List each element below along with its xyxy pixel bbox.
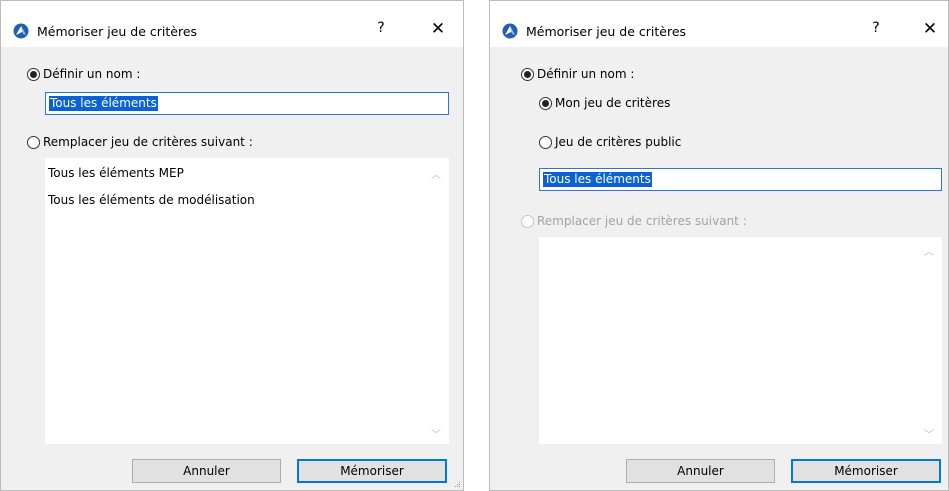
chevron-down-icon: ﹀ <box>924 430 934 441</box>
radio-checked-icon[interactable] <box>539 96 552 110</box>
save-button[interactable]: Mémoriser <box>791 459 941 483</box>
title-bar: Mémoriser jeu de critères ? ✕ <box>1 1 463 47</box>
archicad-logo-icon <box>13 23 29 39</box>
radio-unchecked-icon[interactable] <box>27 135 40 149</box>
my-criteria-set-label: Mon jeu de critères <box>555 96 671 110</box>
my-criteria-set-radio[interactable]: Mon jeu de critères <box>539 96 670 110</box>
list-item[interactable]: Tous les éléments MEP <box>48 166 184 180</box>
cancel-button[interactable]: Annuler <box>132 459 281 483</box>
save-button[interactable]: Mémoriser <box>297 459 447 483</box>
replace-set-label: Remplacer jeu de critères suivant : <box>43 135 253 149</box>
radio-checked-icon[interactable] <box>521 67 534 81</box>
criteria-set-list[interactable]: Tous les éléments MEP Tous les éléments … <box>45 158 449 444</box>
criteria-set-list: ︿ ﹀ <box>539 237 942 444</box>
close-button[interactable]: ✕ <box>426 19 450 39</box>
list-item[interactable]: Tous les éléments de modélisation <box>48 193 255 207</box>
close-button[interactable]: ✕ <box>918 19 942 39</box>
name-input-value: Tous les éléments <box>543 172 652 187</box>
define-name-radio[interactable]: Définir un nom : <box>27 67 140 81</box>
name-input-value: Tous les éléments <box>49 96 158 111</box>
title-bar: Mémoriser jeu de critères ? ✕ <box>490 1 948 47</box>
replace-set-radio: Remplacer jeu de critères suivant : <box>521 214 747 228</box>
cancel-button[interactable]: Annuler <box>626 459 775 483</box>
radio-unchecked-icon[interactable] <box>539 135 552 149</box>
archicad-logo-icon <box>502 23 518 39</box>
replace-set-radio[interactable]: Remplacer jeu de critères suivant : <box>27 135 253 149</box>
name-input[interactable]: Tous les éléments <box>539 168 942 191</box>
define-name-label: Définir un nom : <box>43 67 141 81</box>
save-criteria-dialog-2: Mémoriser jeu de critères ? ✕ Définir un… <box>489 0 949 491</box>
replace-set-label: Remplacer jeu de critères suivant : <box>537 214 747 228</box>
chevron-down-icon[interactable]: ﹀ <box>429 426 443 441</box>
public-criteria-set-radio[interactable]: Jeu de critères public <box>539 135 681 149</box>
help-button[interactable]: ? <box>864 20 888 36</box>
chevron-up-icon[interactable]: ︿ <box>429 166 443 181</box>
define-name-label: Définir un nom : <box>537 67 635 81</box>
radio-checked-icon[interactable] <box>27 67 40 81</box>
dialog-title: Mémoriser jeu de critères <box>37 24 198 39</box>
name-input[interactable]: Tous les éléments <box>45 92 449 115</box>
resize-grip-icon[interactable] <box>453 480 461 488</box>
dialog-title: Mémoriser jeu de critères <box>526 24 687 39</box>
chevron-up-icon: ︿ <box>924 247 934 258</box>
help-button[interactable]: ? <box>369 20 393 36</box>
save-criteria-dialog-1: Mémoriser jeu de critères ? ✕ Définir un… <box>0 0 464 491</box>
public-criteria-set-label: Jeu de critères public <box>555 135 682 149</box>
radio-disabled-icon <box>521 214 534 228</box>
define-name-radio[interactable]: Définir un nom : <box>521 67 634 81</box>
